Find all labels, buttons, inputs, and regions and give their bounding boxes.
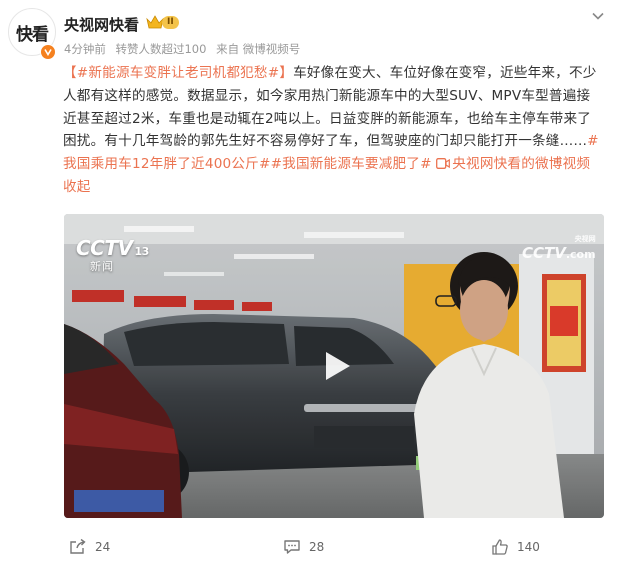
like-button[interactable]: 140	[491, 538, 540, 556]
play-icon[interactable]	[318, 348, 354, 384]
video-player[interactable]: CCTV 13 新闻 央视网 CCTV.com	[64, 214, 604, 518]
action-bar: 24 28 140	[0, 528, 620, 568]
reposts-summary: 转赞人数超过100	[115, 42, 207, 56]
video-link-icon	[436, 158, 451, 170]
comment-icon	[284, 540, 300, 554]
hashtag-slim[interactable]: #我国新能源车要减肥了#	[271, 156, 432, 172]
video-link[interactable]: 央视网快看的微博视频	[436, 156, 590, 172]
channel-logo-text: CCTV	[76, 236, 133, 260]
repost-count: 24	[95, 540, 111, 554]
hashtag-main[interactable]: 【#新能源车变胖让老司机都犯愁#】	[63, 65, 293, 81]
post-meta: 4分钟前 转赞人数超过100 来自 微博视频号	[64, 41, 306, 57]
avatar-text: 快看	[16, 24, 49, 45]
level-label: II	[162, 15, 179, 29]
like-count: 140	[517, 540, 540, 554]
comment-button[interactable]: 28	[283, 538, 324, 556]
username[interactable]: 央视网快看	[64, 14, 139, 35]
collapse-link[interactable]: 收起	[63, 179, 91, 195]
watermark-logo: 央视网 CCTV.com	[522, 235, 596, 262]
channel-number: 13	[134, 245, 149, 258]
post-body: 【#新能源车变胖让老司机都犯愁#】车好像在变大、车位好像在变窄，近些年来，不少人…	[63, 62, 603, 199]
chevron-down-icon[interactable]	[590, 8, 606, 24]
vip-level-badge[interactable]: II	[146, 15, 179, 29]
video-link-label: 央视网快看的微博视频	[452, 156, 591, 173]
post-time[interactable]: 4分钟前	[64, 42, 106, 56]
channel-name: 新闻	[90, 260, 114, 273]
post-source[interactable]: 来自 微博视频号	[216, 42, 300, 56]
repost-button[interactable]: 24	[69, 538, 110, 556]
comment-count: 28	[309, 540, 325, 554]
verified-icon	[40, 44, 56, 60]
watermark-com: .com	[565, 248, 596, 261]
channel-logo: CCTV 13	[76, 236, 149, 260]
share-icon	[70, 538, 86, 554]
watermark-brand: CCTV	[522, 244, 566, 262]
watermark-cn: 央视网	[574, 235, 596, 243]
thumbs-up-icon	[492, 539, 508, 555]
